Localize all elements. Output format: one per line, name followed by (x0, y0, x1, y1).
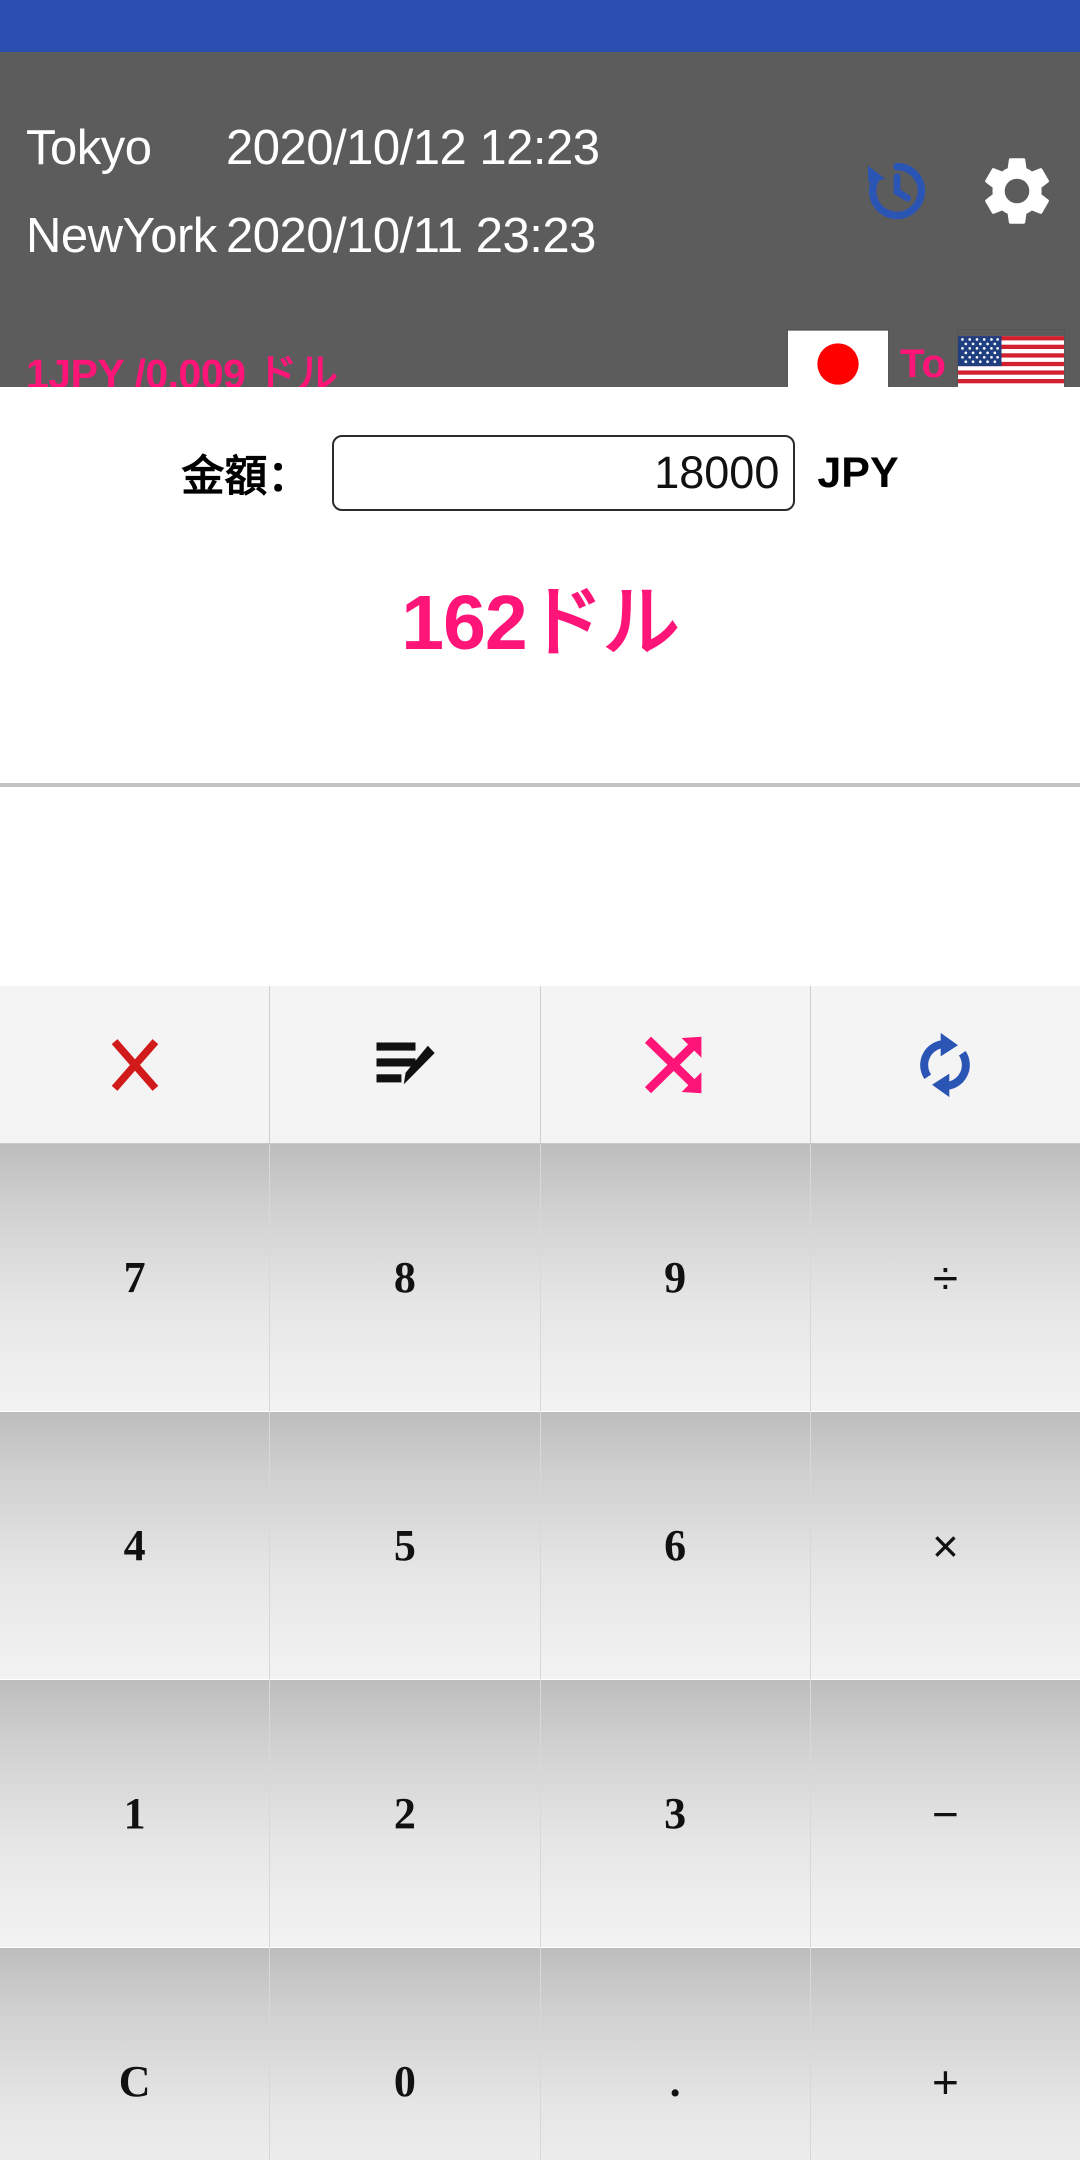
clock-row-tokyo: Tokyo 2020/10/12 12:23 (26, 121, 600, 212)
calculator-keypad: 7 8 9 ÷ 4 5 6 × 1 2 3 − C 0 . + = USD (0, 986, 1080, 2160)
world-clock-list: Tokyo 2020/10/12 12:23 NewYork 2020/10/1… (26, 121, 600, 300)
key-8[interactable]: 8 (270, 1144, 541, 1412)
key-3[interactable]: 3 (540, 1680, 811, 1948)
keypad-row: 4 5 6 × (0, 1412, 1080, 1680)
spacer-area (0, 787, 1080, 986)
gear-icon (985, 158, 1049, 224)
to-label: To (900, 342, 946, 386)
clear-all-button[interactable] (0, 986, 271, 1143)
key-7[interactable]: 7 (0, 1144, 271, 1412)
clock-city-label: Tokyo (26, 121, 152, 175)
function-row (0, 986, 1080, 1144)
refresh-button[interactable] (810, 986, 1080, 1143)
x-close-icon (111, 1038, 158, 1091)
keypad-row: 1 2 3 − (0, 1680, 1080, 1948)
key-multiply[interactable]: × (810, 1412, 1080, 1680)
header-action-icons (856, 150, 1058, 232)
amount-label: 金額： (181, 453, 311, 501)
clock-city-label: NewYork (26, 209, 217, 263)
conversion-panel: 金額： JPY 162ドル (0, 387, 1080, 787)
amount-input[interactable] (332, 435, 796, 511)
keypad-row: 7 8 9 ÷ (0, 1144, 1080, 1412)
clock-timestamp: 2020/10/11 23:23 (226, 209, 596, 263)
history-button[interactable] (856, 150, 938, 232)
key-minus[interactable]: − (810, 1680, 1080, 1948)
amount-row: 金額： JPY (0, 387, 1080, 511)
status-bar (0, 0, 1080, 52)
key-4[interactable]: 4 (0, 1412, 271, 1680)
key-divide[interactable]: ÷ (810, 1144, 1080, 1412)
app-header: Tokyo 2020/10/12 12:23 NewYork 2020/10/1… (0, 52, 1080, 398)
history-clock-icon (867, 162, 926, 220)
keypad-row: C 0 . + (0, 1948, 1080, 2160)
key-plus[interactable]: + (810, 1948, 1080, 2160)
conversion-result: 162ドル (401, 580, 679, 666)
key-6[interactable]: 6 (540, 1412, 811, 1680)
amount-currency-label: JPY (817, 448, 899, 497)
app-root: Tokyo 2020/10/12 12:23 NewYork 2020/10/1… (0, 0, 1080, 2160)
shuffle-icon (645, 1036, 702, 1093)
clock-row-newyork: NewYork 2020/10/11 23:23 (26, 212, 599, 300)
settings-button[interactable] (976, 150, 1058, 232)
key-2[interactable]: 2 (270, 1680, 541, 1948)
key-0[interactable]: 0 (270, 1948, 541, 2160)
key-1[interactable]: 1 (0, 1680, 271, 1948)
clock-timestamp: 2020/10/12 12:23 (226, 121, 600, 175)
key-5[interactable]: 5 (270, 1412, 541, 1680)
key-clear[interactable]: C (0, 1948, 271, 2160)
key-9[interactable]: 9 (540, 1144, 811, 1412)
edit-memo-button[interactable] (270, 986, 541, 1143)
swap-button[interactable] (540, 986, 811, 1143)
list-edit-icon (376, 1042, 435, 1084)
refresh-sync-icon (920, 1032, 971, 1097)
key-decimal[interactable]: . (540, 1948, 811, 2160)
